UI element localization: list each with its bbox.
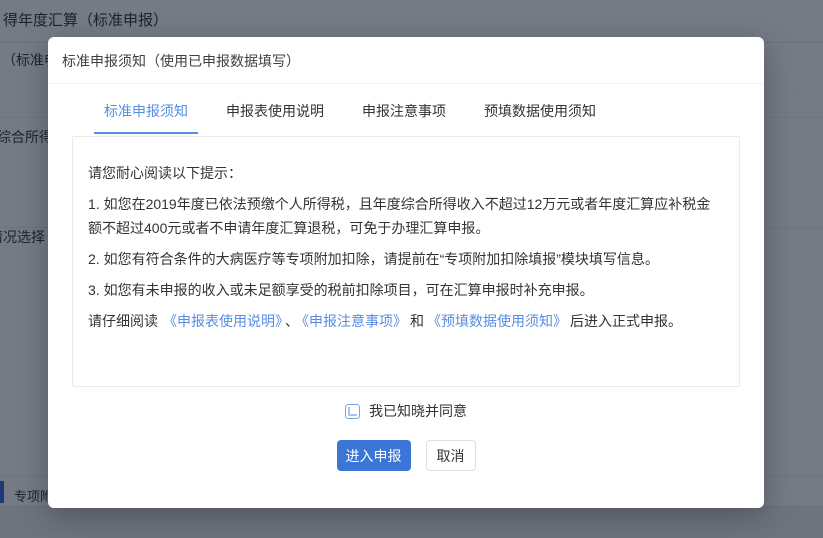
notice-footer-separator: 和 xyxy=(410,313,424,329)
agree-row: 我已知晓并同意 xyxy=(48,401,764,421)
agree-checkbox[interactable] xyxy=(345,403,360,419)
tab-form-instructions[interactable]: 申报表使用说明 xyxy=(216,101,334,134)
dialog-actions: 进入申报 取消 xyxy=(48,440,764,471)
link-form-instructions[interactable]: 《申报表使用说明》 xyxy=(163,313,282,329)
notice-footer: 请仔细阅读 《申报表使用说明》、《申报注意事项》和《预填数据使用须知》 后进入正式申… xyxy=(88,309,717,333)
notice-intro: 请您耐心阅读以下提示： xyxy=(88,165,242,181)
notice-footer-separator: 、 xyxy=(285,313,299,329)
cancel-button[interactable]: 取消 xyxy=(425,440,476,471)
enter-declaration-button[interactable]: 进入申报 xyxy=(336,440,411,471)
notice-content-panel: 请您耐心阅读以下提示： 1. 如您在2019年度已依法预缴个人所得税，且年度综合… xyxy=(72,136,740,387)
notice-tabs: 标准申报须知 申报表使用说明 申报注意事项 预填数据使用须知 xyxy=(48,101,764,134)
notice-item: 3. 如您有未申报的收入或未足额享受的税前扣除项目，可在汇算申报时补充申报。 xyxy=(88,282,594,298)
link-prefilled-data-notice[interactable]: 《预填数据使用须知》 xyxy=(427,313,567,329)
standard-declaration-notice-dialog: 标准申报须知（使用已申报数据填写） 标准申报须知 申报表使用说明 申报注意事项 … xyxy=(48,37,764,508)
tab-declaration-precautions[interactable]: 申报注意事项 xyxy=(352,101,456,134)
dialog-title: 标准申报须知（使用已申报数据填写） xyxy=(48,37,764,84)
notice-footer-suffix: 后进入正式申报。 xyxy=(570,313,682,329)
tab-standard-declaration-notice[interactable]: 标准申报须知 xyxy=(94,101,198,134)
notice-item: 1. 如您在2019年度已依法预缴个人所得税，且年度综合所得收入不超过12万元或… xyxy=(88,196,711,236)
notice-item: 2. 如您有符合条件的大病医疗等专项附加扣除，请提前在“专项附加扣除填报”模块填… xyxy=(88,251,659,267)
agree-checkbox-label[interactable]: 我已知晓并同意 xyxy=(369,401,467,421)
link-declaration-precautions[interactable]: 《申报注意事项》 xyxy=(302,313,407,329)
tab-prefilled-data-notice[interactable]: 预填数据使用须知 xyxy=(474,101,606,134)
notice-footer-prefix: 请仔细阅读 xyxy=(88,313,158,329)
